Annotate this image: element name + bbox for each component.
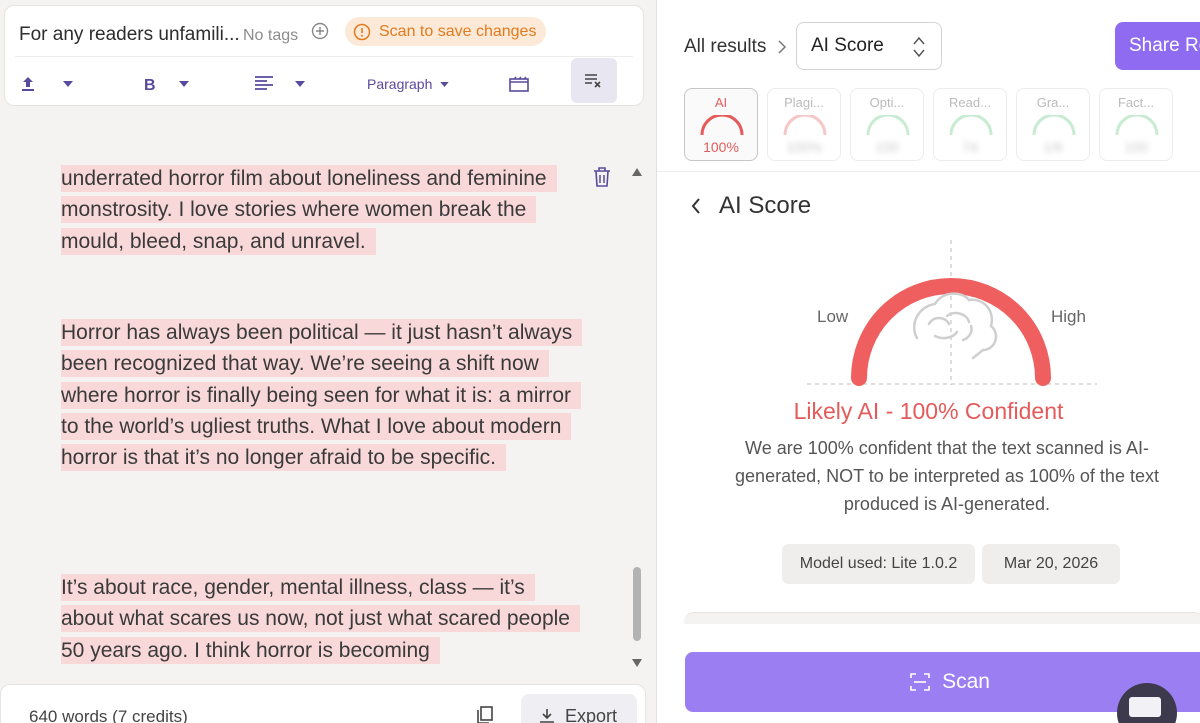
chevron-down-icon [63,81,73,87]
upload-icon [22,77,34,91]
tab-value: 100% [786,139,822,155]
breadcrumb: All results [684,36,787,58]
chevron-right-icon [778,40,787,54]
scroll-up-icon[interactable] [632,168,642,176]
tab-label: AI [714,95,728,110]
tab-value: 74 [962,139,978,155]
document-title[interactable]: For any readers unfamili... [19,24,240,46]
trash-icon[interactable] [592,166,612,188]
info-icon [353,23,371,40]
editor-panel: For any readers unfamili... No tags Scan… [0,0,655,723]
bold-button[interactable]: B [143,66,189,102]
media-button[interactable] [509,66,529,102]
editor-footer: 640 words (7 credits) Export [0,684,646,723]
paragraph-style-select[interactable]: Paragraph [367,66,450,102]
score-tab-2[interactable]: Plagi... 100% [767,88,841,161]
copy-icon[interactable] [475,705,495,723]
add-tag-icon[interactable] [311,22,329,40]
paragraph-text: Horror has always been political — it ju… [61,319,583,472]
chat-icon [1129,697,1161,717]
score-tab-4[interactable]: Read... 74 [933,88,1007,161]
align-left-icon [255,76,273,90]
verdict-explanation: We are 100% confident that the text scan… [735,438,1159,514]
export-button[interactable]: Export [521,694,637,723]
gauge-high-label: High [1051,307,1086,326]
ai-verdict: Likely AI - 100% Confident [793,398,1064,424]
model-used-badge: Model used: Lite 1.0.2 [782,544,975,584]
mini-gauge-icon [1115,115,1159,136]
clear-format-icon [585,73,601,88]
tags-label[interactable]: No tags [243,27,298,45]
scan-date-badge: Mar 20, 2026 [982,544,1120,584]
tab-value: 100 [875,139,899,155]
score-tab-3[interactable]: Opti... 100 [850,88,924,161]
brain-icon [912,292,998,360]
tab-value: 100% [703,139,739,155]
tabs-divider [657,171,1200,172]
tab-value: 1/6 [1043,139,1063,155]
result-view-select[interactable]: AI Score [796,22,942,70]
mini-gauge-icon [949,115,993,136]
chevron-down-icon [440,81,450,87]
tab-label: Opti... [869,95,905,110]
back-chevron-icon[interactable] [691,198,701,214]
score-tab-6[interactable]: Fact... 100 [1099,88,1173,161]
scan-to-save-badge[interactable]: Scan to save changes [345,17,547,46]
paragraph-style-label: Paragraph [367,76,433,92]
tab-value: 100 [1124,139,1148,155]
download-icon [540,709,554,723]
toolbar-divider [15,56,633,57]
share-report-button[interactable]: Share Re [1115,22,1200,70]
scrollbar-thumb[interactable] [633,567,641,641]
scan-label: Scan [942,670,990,693]
mini-gauge-icon [700,115,744,136]
mini-gauge-icon [783,115,827,136]
scroll-down-icon[interactable] [632,659,642,667]
results-panel: All results AI Score Share Re AI100%Plag… [656,0,1200,723]
section-title: AI Score [719,192,812,219]
bold-icon: B [144,77,156,92]
score-tab-5[interactable]: Gra... 1/6 [1016,88,1090,161]
editor-toolbar: For any readers unfamili... No tags Scan… [4,5,644,106]
breadcrumb-all-results[interactable]: All results [684,36,766,58]
paragraph[interactable]: Horror has always been political — it ju… [61,317,583,473]
section-header: AI Score [691,192,811,220]
mini-gauge-icon [1032,115,1076,136]
chevron-down-icon [179,81,189,87]
paragraph-text: It’s about race, gender, mental illness,… [61,574,580,664]
word-count: 640 words (7 credits) [29,707,188,723]
upload-button[interactable] [19,66,73,102]
align-button[interactable] [255,66,305,102]
tab-label: Plagi... [784,95,824,110]
editor-content[interactable]: underrated horror film about loneliness … [0,116,650,678]
film-icon [509,76,529,92]
clear-formatting-button[interactable] [571,58,617,103]
scan-icon [910,673,930,691]
paragraph[interactable]: underrated horror film about loneliness … [61,163,581,257]
tab-label: Read... [949,95,991,110]
chevron-down-icon [295,81,305,87]
tab-label: Gra... [1036,95,1070,110]
mini-gauge-icon [866,115,910,136]
gauge-low-label: Low [817,307,849,326]
tab-label: Fact... [1117,95,1155,110]
next-section-edge [684,612,1200,624]
scan-badge-label: Scan to save changes [379,22,537,40]
paragraph-text: underrated horror film about loneliness … [61,165,557,255]
paragraph[interactable]: It’s about race, gender, mental illness,… [61,572,581,666]
result-view-label: AI Score [811,35,884,56]
svg-text:B: B [144,77,156,92]
up-down-chevron-icon [913,36,925,58]
export-label: Export [565,705,618,723]
score-tab-1[interactable]: AI 100% [684,88,758,161]
